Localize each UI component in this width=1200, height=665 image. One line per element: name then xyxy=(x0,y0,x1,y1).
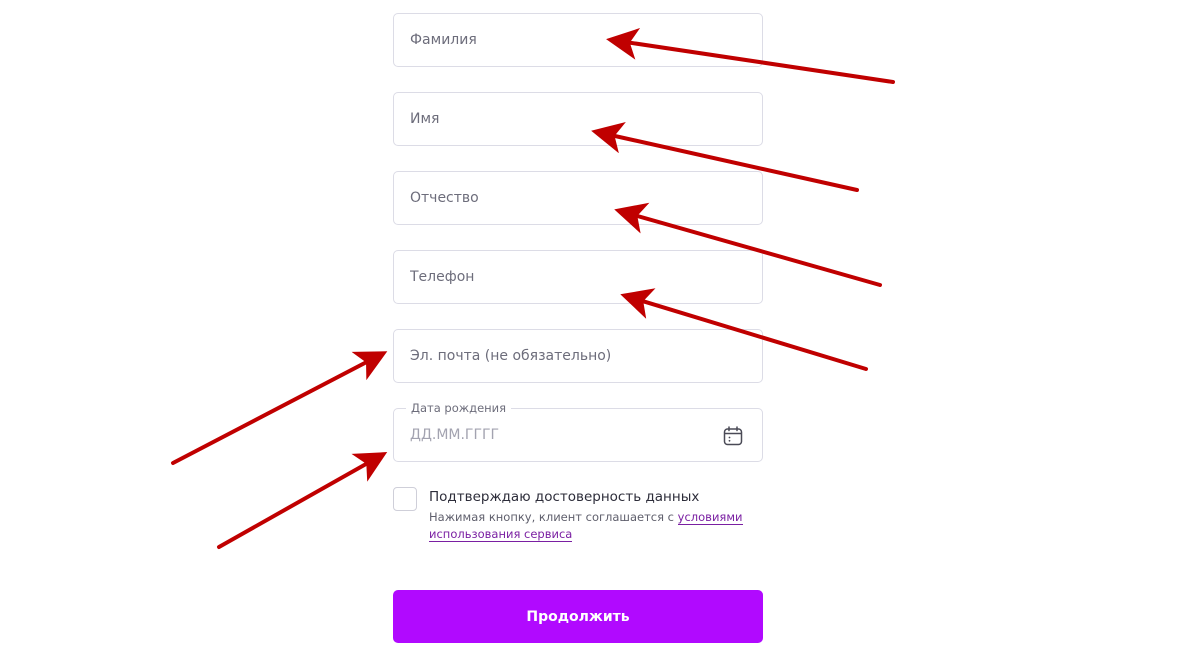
phone-input[interactable] xyxy=(394,251,762,303)
last-name-field[interactable] xyxy=(393,13,763,67)
email-input[interactable] xyxy=(394,330,762,382)
middle-name-field[interactable] xyxy=(393,171,763,225)
continue-button[interactable]: Продолжить xyxy=(393,590,763,643)
consent-note: Нажимая кнопку, клиент соглашается с усл… xyxy=(429,509,749,543)
annotation-arrow xyxy=(171,351,388,465)
phone-field[interactable] xyxy=(393,250,763,304)
last-name-input[interactable] xyxy=(394,14,762,66)
first-name-field[interactable] xyxy=(393,92,763,146)
registration-form-page: Дата рождения Подтверждаю достоверность … xyxy=(0,0,1200,665)
middle-name-input[interactable] xyxy=(394,172,762,224)
birth-date-field[interactable]: Дата рождения xyxy=(393,400,763,462)
consent-title: Подтверждаю достоверность данных xyxy=(429,489,700,505)
consent-note-text: Нажимая кнопку, клиент соглашается с xyxy=(429,510,678,524)
consent-checkbox[interactable] xyxy=(393,487,417,511)
annotation-arrow xyxy=(217,452,388,549)
calendar-icon[interactable] xyxy=(722,425,744,447)
email-field[interactable] xyxy=(393,329,763,383)
first-name-input[interactable] xyxy=(394,93,762,145)
birth-date-input[interactable] xyxy=(394,409,762,461)
